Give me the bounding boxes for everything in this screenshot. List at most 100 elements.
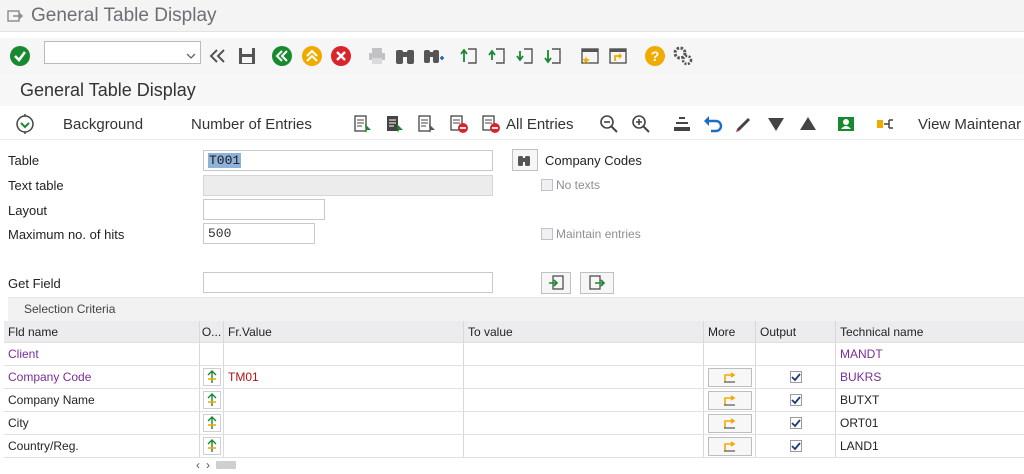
list-output-icon[interactable]: [417, 108, 437, 140]
option-cell: [200, 435, 224, 457]
col-output[interactable]: Output: [756, 321, 836, 342]
zoom-out-icon[interactable]: [599, 108, 619, 140]
no-texts-option: No texts: [541, 178, 600, 192]
from-value-cell[interactable]: [224, 412, 464, 434]
max-hits-value: 500: [208, 226, 232, 241]
to-value-cell[interactable]: [464, 343, 704, 365]
output-checkbox[interactable]: [789, 394, 802, 406]
print-icon[interactable]: [363, 38, 391, 74]
option-cell: [200, 343, 224, 365]
output-checkbox[interactable]: [789, 371, 802, 383]
save-icon[interactable]: [233, 38, 261, 74]
technical-name: LAND1: [840, 439, 879, 453]
output-cell: [756, 343, 836, 365]
multiple-selection-button[interactable]: [707, 436, 752, 456]
technical-name: ORT01: [840, 416, 879, 430]
table-label: Table: [8, 153, 40, 168]
scroll-thumb[interactable]: [216, 461, 236, 469]
triangle-down-icon[interactable]: [766, 108, 786, 140]
from-value-cell[interactable]: [224, 389, 464, 411]
next-page-icon[interactable]: [512, 38, 540, 74]
horizontal-scrollbar[interactable]: ‹ ›: [196, 458, 266, 472]
max-hits-input[interactable]: 500: [203, 223, 315, 244]
selection-option-icon[interactable]: [202, 391, 221, 409]
find-next-icon[interactable]: [420, 38, 448, 74]
to-value-cell[interactable]: [464, 435, 704, 457]
shortcut-icon[interactable]: [604, 38, 632, 74]
col-fld-name[interactable]: Fld name: [4, 321, 200, 342]
menu-icon[interactable]: [7, 8, 23, 24]
select-fields-icon[interactable]: [353, 108, 373, 140]
application-toolbar: Background Number of Entries All Entries: [0, 108, 1024, 140]
company-codes-button[interactable]: [512, 149, 538, 171]
no-texts-label: No texts: [556, 178, 601, 192]
output-checkbox[interactable]: [789, 417, 802, 429]
user-settings-icon[interactable]: [836, 108, 858, 140]
to-value-cell[interactable]: [464, 412, 704, 434]
more-cell: [704, 366, 756, 388]
selection-fields-icon[interactable]: [385, 108, 405, 140]
multiple-selection-button[interactable]: [707, 413, 752, 433]
multiple-selection-button[interactable]: [707, 367, 752, 387]
col-to-value[interactable]: To value: [464, 321, 704, 342]
transfer-field-button[interactable]: [580, 272, 614, 294]
table-value: T001: [208, 153, 242, 168]
all-entries-icon[interactable]: [481, 108, 501, 140]
get-field-input[interactable]: [203, 272, 493, 293]
double-chevron-left-icon[interactable]: [204, 38, 232, 74]
import-icon: [549, 275, 564, 290]
edit-pencil-icon[interactable]: [734, 108, 754, 140]
from-value-cell[interactable]: TM01: [224, 366, 464, 388]
command-field[interactable]: [44, 41, 201, 64]
all-entries-button[interactable]: All Entries: [506, 108, 574, 140]
layout-label: Layout: [8, 203, 48, 218]
exit-icon[interactable]: [298, 38, 326, 74]
background-button[interactable]: Background: [63, 108, 143, 140]
triangle-up-icon[interactable]: [798, 108, 818, 140]
zoom-in-icon[interactable]: [631, 108, 651, 140]
table-input[interactable]: T001: [203, 150, 493, 171]
settings-gear-icon[interactable]: [669, 38, 697, 74]
view-maintenance-button[interactable]: View Maintenar: [918, 108, 1021, 140]
max-hits-label: Maximum no. of hits: [8, 227, 125, 242]
binoculars-icon: [518, 156, 530, 166]
chevron-down-icon[interactable]: [186, 47, 196, 65]
layout-input[interactable]: [203, 199, 325, 220]
help-icon[interactable]: ?: [641, 38, 669, 74]
output-checkbox[interactable]: [789, 440, 802, 452]
to-value-cell[interactable]: [464, 366, 704, 388]
first-page-icon[interactable]: [456, 38, 484, 74]
insert-field-button[interactable]: [541, 272, 571, 294]
cancel-icon[interactable]: [327, 38, 355, 74]
col-option[interactable]: O...: [200, 321, 224, 342]
execute-icon[interactable]: [14, 108, 36, 140]
find-icon[interactable]: [391, 38, 419, 74]
scroll-left-icon[interactable]: ‹: [196, 458, 200, 472]
number-of-entries-button[interactable]: Number of Entries: [191, 108, 312, 140]
create-session-icon[interactable]: [576, 38, 604, 74]
back-icon[interactable]: [268, 38, 296, 74]
selection-option-icon[interactable]: [202, 414, 221, 432]
align-lines-icon[interactable]: [672, 108, 692, 140]
previous-page-icon[interactable]: [484, 38, 512, 74]
multiple-selection-button[interactable]: [707, 390, 752, 410]
to-value-cell[interactable]: [464, 389, 704, 411]
from-value-cell[interactable]: [224, 343, 464, 365]
from-value-cell[interactable]: [224, 435, 464, 457]
get-field-label: Get Field: [8, 276, 61, 291]
undo-icon[interactable]: [702, 108, 724, 140]
scroll-right-icon[interactable]: ›: [206, 458, 210, 472]
selection-criteria-header: Selection Criteria: [8, 297, 1024, 321]
multiple-selection-icon: [723, 418, 735, 429]
col-more[interactable]: More: [704, 321, 756, 342]
col-from-value[interactable]: Fr.Value: [224, 321, 464, 342]
check-icon: [790, 442, 801, 451]
last-page-icon[interactable]: [540, 38, 568, 74]
view-maintenance-icon[interactable]: [876, 108, 896, 140]
delete-selection-icon[interactable]: [449, 108, 469, 140]
multiple-selection-icon: [723, 372, 735, 383]
selection-option-icon[interactable]: [202, 368, 221, 386]
col-technical-name[interactable]: Technical name: [836, 321, 1024, 342]
selection-option-icon[interactable]: [202, 437, 221, 455]
enter-check-icon[interactable]: [6, 38, 34, 74]
